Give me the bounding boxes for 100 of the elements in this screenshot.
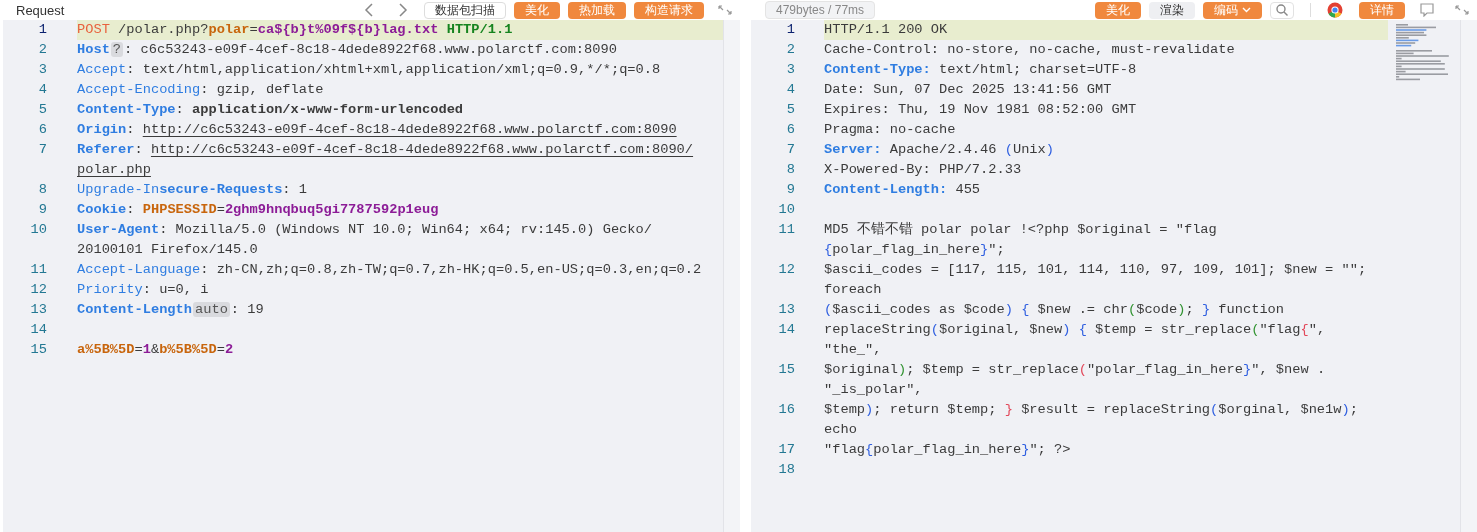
toolbar-button[interactable]: 构造请求 — [634, 1, 704, 19]
line-number: 12 — [777, 261, 796, 279]
http-method: POST — [77, 22, 110, 37]
bracket: ( — [930, 322, 939, 337]
code-text: Unix — [1012, 142, 1046, 157]
url-link[interactable]: http://c6c53243-e09f-4cef-8c18-4dede8922f68.www.polarctf.com:8090/ — [150, 142, 694, 157]
code-text: HTTP/1.1 200 OK — [824, 22, 948, 37]
code-text: ; $temp = str_replace — [906, 362, 1079, 377]
bracket: ( — [1127, 302, 1137, 317]
code-text: function — [1217, 302, 1285, 317]
bracket: ) — [1341, 402, 1350, 417]
search-icon[interactable] — [1276, 4, 1288, 16]
line-number: 12 — [29, 281, 48, 299]
line-number: 6 — [37, 121, 48, 139]
parameter-name: PHPSESSID — [142, 202, 217, 217]
line-number: 8 — [785, 161, 796, 179]
parameter-name: polar — [208, 22, 250, 37]
code-text: : u=0, i — [142, 282, 209, 297]
hint-tag: auto — [193, 302, 230, 317]
line-number: 5 — [37, 101, 48, 119]
code-text: $result = replaceString — [1020, 402, 1211, 417]
code-text: : 1 — [282, 182, 307, 197]
header-name: Host — [77, 42, 110, 57]
line-number: 10 — [29, 221, 48, 239]
code-text: : — [126, 202, 136, 217]
code-text: "_is_polar", — [824, 382, 923, 397]
bracket: ) — [1045, 142, 1054, 157]
expand-icon[interactable] — [718, 5, 732, 15]
toolbar-button[interactable]: 渲染 — [1149, 1, 1195, 19]
line-number: 10 — [777, 201, 796, 219]
code-text: : — [126, 122, 136, 137]
bracket: } — [1201, 302, 1211, 317]
line-number: 13 — [777, 301, 796, 319]
header-name: Content-Type — [77, 102, 176, 117]
code-text: Apache/2.4.46 — [888, 142, 998, 157]
header-name: Cookie — [77, 202, 127, 217]
header-name: User-Agent — [77, 222, 160, 237]
url-link[interactable]: http://c6c53243-e09f-4cef-8c18-4dede8922f68.www.polarctf.com:8090 — [142, 122, 677, 137]
bracket: } — [1021, 442, 1030, 457]
code-text: polar_flag_in_here — [832, 242, 981, 257]
line-number: 11 — [29, 261, 48, 279]
code-text: = — [249, 22, 258, 37]
comment-icon[interactable] — [1419, 3, 1435, 17]
code-text: 20100101 Firefox/145.0 — [77, 242, 258, 257]
toolbar-button[interactable]: 美化 — [514, 1, 560, 19]
line-number: 17 — [777, 441, 796, 459]
line-number: 2 — [785, 41, 796, 59]
code-text: Date: Sun, 07 Dec 2025 13:41:56 GMT — [824, 82, 1112, 97]
expand-icon[interactable] — [1455, 5, 1469, 15]
caret-icon[interactable] — [1242, 7, 1251, 13]
bracket: ) — [1177, 302, 1186, 317]
code-text: "flag — [1259, 322, 1301, 337]
parameter-name: a%5B%5D — [77, 342, 135, 357]
header-name: Origin — [77, 122, 127, 137]
code-text: : Mozilla/5.0 (Windows NT 10.0; Win64; x64; rv:145.0) Gecko/ — [159, 222, 652, 237]
code-text: $temp — [824, 402, 866, 417]
line-number: 9 — [785, 181, 796, 199]
code-text: : zh-CN,zh;q=0.8,zh-TW;q=0.7,zh-HK;q=0.5,en-US;q=0.3,en;q=0.2 — [200, 262, 702, 277]
bracket: { — [1021, 302, 1030, 317]
code-text: text/html; charset=UTF-8 — [938, 62, 1137, 77]
bracket: ) — [1062, 322, 1071, 337]
code-text: ; — [1185, 302, 1195, 317]
line-number: 4 — [785, 81, 796, 99]
detail-button[interactable]: 详情 — [1359, 1, 1405, 19]
parameter-value: ca${b}t%09f${b}lag.txt — [257, 22, 439, 37]
bracket: ) — [865, 402, 874, 417]
toolbar-button[interactable]: 热加载 — [568, 1, 626, 19]
toolbar-button[interactable]: 数据包扫描 — [424, 1, 506, 19]
code-text: "; ?> — [1029, 442, 1071, 457]
code-text: $ascii_codes as $code — [832, 302, 1005, 317]
toolbar-button[interactable]: 编码 — [1203, 1, 1262, 19]
code-text: : — [175, 102, 185, 117]
toolbar-button[interactable]: 美化 — [1095, 1, 1141, 19]
line-number: 11 — [777, 221, 796, 239]
header-name: Priority — [77, 282, 143, 297]
line-number: 7 — [785, 141, 796, 159]
browser-icon[interactable] — [1327, 2, 1343, 18]
code-text: X-Powered-By: PHP/7.2.33 — [824, 162, 1022, 177]
code-text: MD5 不错不错 polar polar !<?php $original = "flag — [824, 222, 1217, 237]
code-text: $ascii_codes = [117, 115, 101, 114, 110, 97, 109, 101]; $new = ""; — [824, 262, 1367, 277]
header-name: Accept — [77, 62, 127, 77]
code-text: "polar_flag_in_here — [1086, 362, 1243, 377]
bracket: } — [980, 242, 989, 257]
code-text: & — [150, 342, 160, 357]
line-number: 15 — [29, 341, 48, 359]
search-button[interactable] — [1270, 1, 1294, 19]
code-text: ; — [1349, 402, 1358, 417]
header-value: application/x-www-form-urlencoded — [192, 102, 464, 117]
line-number: 15 — [777, 361, 796, 379]
line-number: 5 — [785, 101, 796, 119]
code-text: $temp = str_replace — [1094, 322, 1252, 337]
code-text: $original, $new — [939, 322, 1063, 337]
parameter-value: 2 — [224, 342, 234, 357]
code-text: $original — [824, 362, 898, 377]
code-text: $new .= chr — [1036, 302, 1128, 317]
line-number: 6 — [785, 121, 796, 139]
code-text: = — [134, 342, 143, 357]
url-link[interactable]: polar.php — [77, 162, 151, 177]
line-number: 4 — [37, 81, 48, 99]
bracket: ( — [1210, 402, 1219, 417]
